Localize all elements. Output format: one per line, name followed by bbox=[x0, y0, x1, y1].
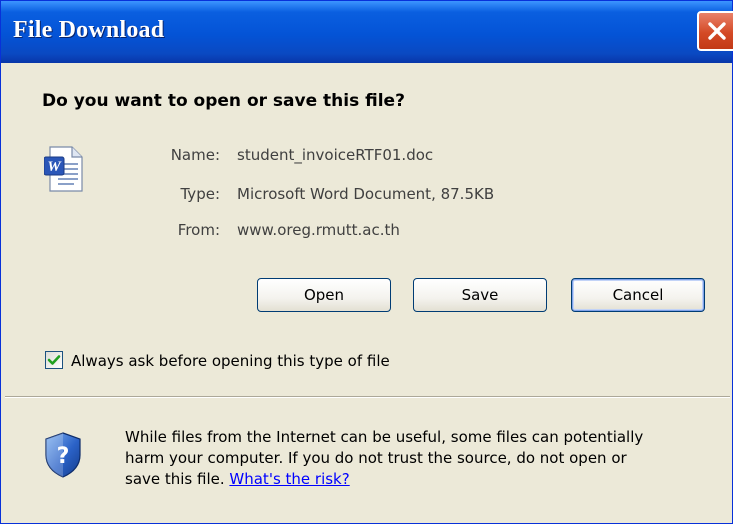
svg-text:W: W bbox=[47, 159, 62, 175]
close-button[interactable] bbox=[697, 11, 733, 51]
shield-question-icon: ? bbox=[45, 432, 81, 478]
file-name: student_invoiceRTF01.doc bbox=[237, 146, 434, 164]
warning-line-1: While files from the Internet can be use… bbox=[125, 428, 644, 446]
whats-the-risk-link[interactable]: What's the risk? bbox=[229, 470, 349, 488]
file-type: Microsoft Word Document, 87.5KB bbox=[237, 185, 495, 203]
type-label: Type: bbox=[180, 185, 220, 203]
section-divider bbox=[5, 396, 730, 398]
save-button[interactable]: Save bbox=[413, 278, 547, 312]
cancel-button[interactable]: Cancel bbox=[571, 278, 705, 312]
close-icon bbox=[708, 22, 726, 40]
checkmark-icon bbox=[47, 355, 61, 365]
file-source: www.oreg.rmutt.ac.th bbox=[237, 221, 400, 239]
dialog-content: Do you want to open or save this file? W… bbox=[5, 63, 730, 521]
dialog-heading: Do you want to open or save this file? bbox=[42, 91, 405, 111]
svg-text:?: ? bbox=[57, 444, 70, 469]
always-ask-checkbox[interactable] bbox=[45, 351, 63, 369]
open-button[interactable]: Open bbox=[257, 278, 391, 312]
file-download-dialog: File Download Do you want to open or sav… bbox=[0, 0, 733, 524]
word-document-icon: W bbox=[44, 146, 83, 192]
title-bar[interactable]: File Download bbox=[1, 1, 733, 63]
from-label: From: bbox=[177, 221, 220, 239]
security-warning: While files from the Internet can be use… bbox=[125, 427, 725, 490]
warning-line-3: save this file. bbox=[125, 470, 230, 488]
always-ask-label[interactable]: Always ask before opening this type of f… bbox=[71, 352, 390, 370]
window-title: File Download bbox=[13, 17, 165, 43]
name-label: Name: bbox=[170, 146, 220, 164]
warning-line-2: harm your computer. If you do not trust … bbox=[125, 449, 627, 467]
